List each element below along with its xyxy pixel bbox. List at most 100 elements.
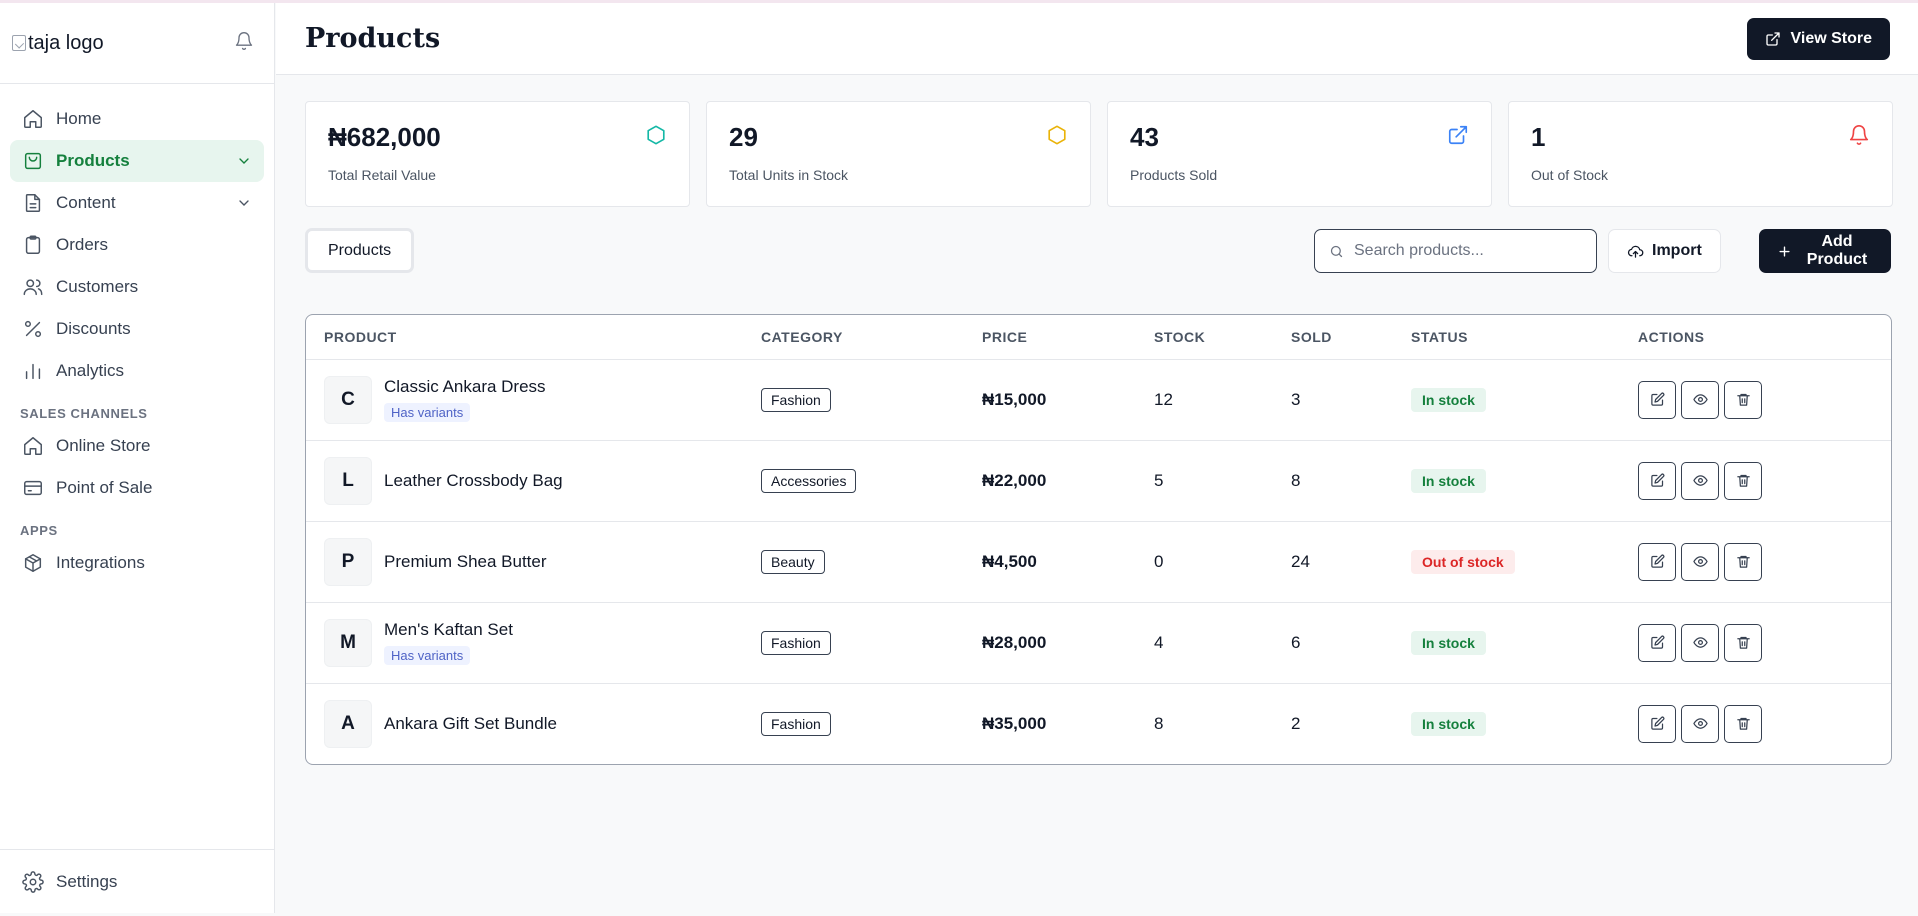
logo[interactable]: taja logo — [12, 32, 104, 55]
sidebar-item-discounts[interactable]: Discounts — [10, 308, 264, 350]
view-button[interactable] — [1681, 542, 1719, 581]
trash-icon — [1736, 392, 1751, 407]
stat-card-out-of-stock: 1 Out of Stock — [1508, 101, 1893, 207]
edit-icon — [1650, 716, 1665, 731]
product-price: ₦35,000 — [982, 713, 1047, 733]
product-price: ₦28,000 — [982, 632, 1047, 652]
hexagon-icon — [645, 124, 667, 146]
sold-cell: 24 — [1291, 521, 1411, 603]
document-icon — [22, 192, 44, 214]
broken-image-icon — [12, 35, 26, 51]
bell-icon[interactable] — [234, 31, 254, 56]
edit-icon — [1650, 392, 1665, 407]
category-badge: Fashion — [761, 630, 831, 655]
import-button[interactable]: Import — [1608, 229, 1721, 273]
view-button[interactable] — [1681, 461, 1719, 500]
product-name[interactable]: Classic Ankara Dress — [384, 377, 546, 397]
sidebar-item-label: Discounts — [56, 319, 131, 338]
category-badge: Fashion — [761, 387, 831, 412]
sidebar-item-settings[interactable]: Settings — [10, 861, 264, 903]
tab-products[interactable]: Products — [305, 228, 415, 273]
price-cell: ₦28,000 — [982, 602, 1154, 684]
actions-cell — [1638, 521, 1891, 603]
product-name[interactable]: Leather Crossbody Bag — [384, 471, 563, 491]
sidebar-item-home[interactable]: Home — [10, 98, 264, 140]
card-icon — [22, 477, 44, 499]
sidebar-item-point-of-sale[interactable]: Point of Sale — [10, 467, 264, 509]
search-box[interactable] — [1314, 229, 1597, 273]
sidebar-item-online-store[interactable]: Online Store — [10, 425, 264, 467]
delete-button[interactable] — [1724, 461, 1762, 500]
sidebar-item-label: Orders — [56, 235, 108, 254]
status-badge: Out of stock — [1411, 549, 1515, 574]
external-link-icon — [1765, 31, 1781, 47]
bell-icon — [1848, 124, 1870, 146]
edit-button[interactable] — [1638, 623, 1676, 662]
view-button[interactable] — [1681, 704, 1719, 743]
sidebar-item-content[interactable]: Content — [10, 182, 264, 224]
products-table: PRODUCT CATEGORY PRICE STOCK SOLD STATUS… — [305, 314, 1892, 765]
product-cell: C Classic Ankara Dress Has variants — [306, 359, 761, 441]
sidebar-item-products[interactable]: Products — [10, 140, 264, 182]
sidebar-item-analytics[interactable]: Analytics — [10, 350, 264, 392]
sidebar-item-integrations[interactable]: Integrations — [10, 542, 264, 584]
product-name[interactable]: Men's Kaftan Set — [384, 620, 513, 640]
variant-badge: Has variants — [384, 646, 471, 665]
sold-cell: 6 — [1291, 602, 1411, 684]
product-cell: M Men's Kaftan Set Has variants — [306, 602, 761, 684]
cloud-upload-icon — [1627, 243, 1644, 260]
stat-value: 29 — [729, 122, 758, 152]
actions-cell — [1638, 602, 1891, 684]
edit-button[interactable] — [1638, 542, 1676, 581]
delete-button[interactable] — [1724, 623, 1762, 662]
edit-button[interactable] — [1638, 380, 1676, 419]
add-product-label: Add Product — [1806, 233, 1868, 268]
eye-icon — [1692, 635, 1708, 650]
sidebar-item-label: Products — [56, 151, 130, 170]
logo-alt-text: taja logo — [28, 31, 104, 54]
table-header-row: PRODUCT CATEGORY PRICE STOCK SOLD STATUS… — [306, 315, 1891, 360]
stock-cell: 0 — [1154, 521, 1291, 603]
status-cell: In stock — [1411, 683, 1638, 764]
category-badge: Beauty — [761, 549, 825, 574]
status-badge: In stock — [1411, 630, 1486, 655]
view-button[interactable] — [1681, 623, 1719, 662]
delete-button[interactable] — [1724, 542, 1762, 581]
product-name[interactable]: Ankara Gift Set Bundle — [384, 714, 557, 734]
products-toolbar: Products Import Add Product — [305, 228, 1891, 274]
table-row: A Ankara Gift Set Bundle Fashion ₦35,000… — [306, 683, 1891, 764]
delete-button[interactable] — [1724, 704, 1762, 743]
status-badge: In stock — [1411, 387, 1486, 412]
category-cell: Beauty — [761, 521, 982, 603]
chevron-down-icon[interactable] — [236, 195, 252, 211]
view-store-button[interactable]: View Store — [1747, 17, 1890, 60]
stat-label: Total Retail Value — [328, 167, 436, 183]
trash-icon — [1736, 554, 1751, 569]
add-product-button[interactable]: Add Product — [1759, 229, 1891, 273]
sold-cell: 3 — [1291, 359, 1411, 441]
sales-channels-heading: SALES CHANNELS — [20, 406, 148, 421]
sidebar-item-label: Analytics — [56, 361, 125, 380]
stat-label: Total Units in Stock — [729, 167, 849, 183]
product-cell: A Ankara Gift Set Bundle — [306, 683, 761, 764]
column-header-price: PRICE — [982, 315, 1154, 360]
edit-button[interactable] — [1638, 461, 1676, 500]
delete-button[interactable] — [1724, 380, 1762, 419]
variant-badge: Has variants — [384, 403, 471, 422]
product-price: ₦15,000 — [982, 389, 1047, 409]
sidebar-item-orders[interactable]: Orders — [10, 224, 264, 266]
product-name[interactable]: Premium Shea Butter — [384, 552, 547, 572]
price-cell: ₦4,500 — [982, 521, 1154, 603]
chevron-down-icon[interactable] — [236, 153, 252, 169]
edit-button[interactable] — [1638, 704, 1676, 743]
sidebar-item-customers[interactable]: Customers — [10, 266, 264, 308]
bag-icon — [22, 150, 44, 172]
stat-card-units-in-stock: 29 Total Units in Stock — [706, 101, 1091, 207]
sold-cell: 2 — [1291, 713, 1301, 733]
apps-heading: APPS — [20, 523, 58, 538]
bar-chart-icon — [22, 360, 44, 382]
column-header-category: CATEGORY — [761, 315, 982, 360]
search-input[interactable] — [1354, 242, 1582, 260]
category-badge: Accessories — [761, 468, 857, 493]
view-button[interactable] — [1681, 380, 1719, 419]
